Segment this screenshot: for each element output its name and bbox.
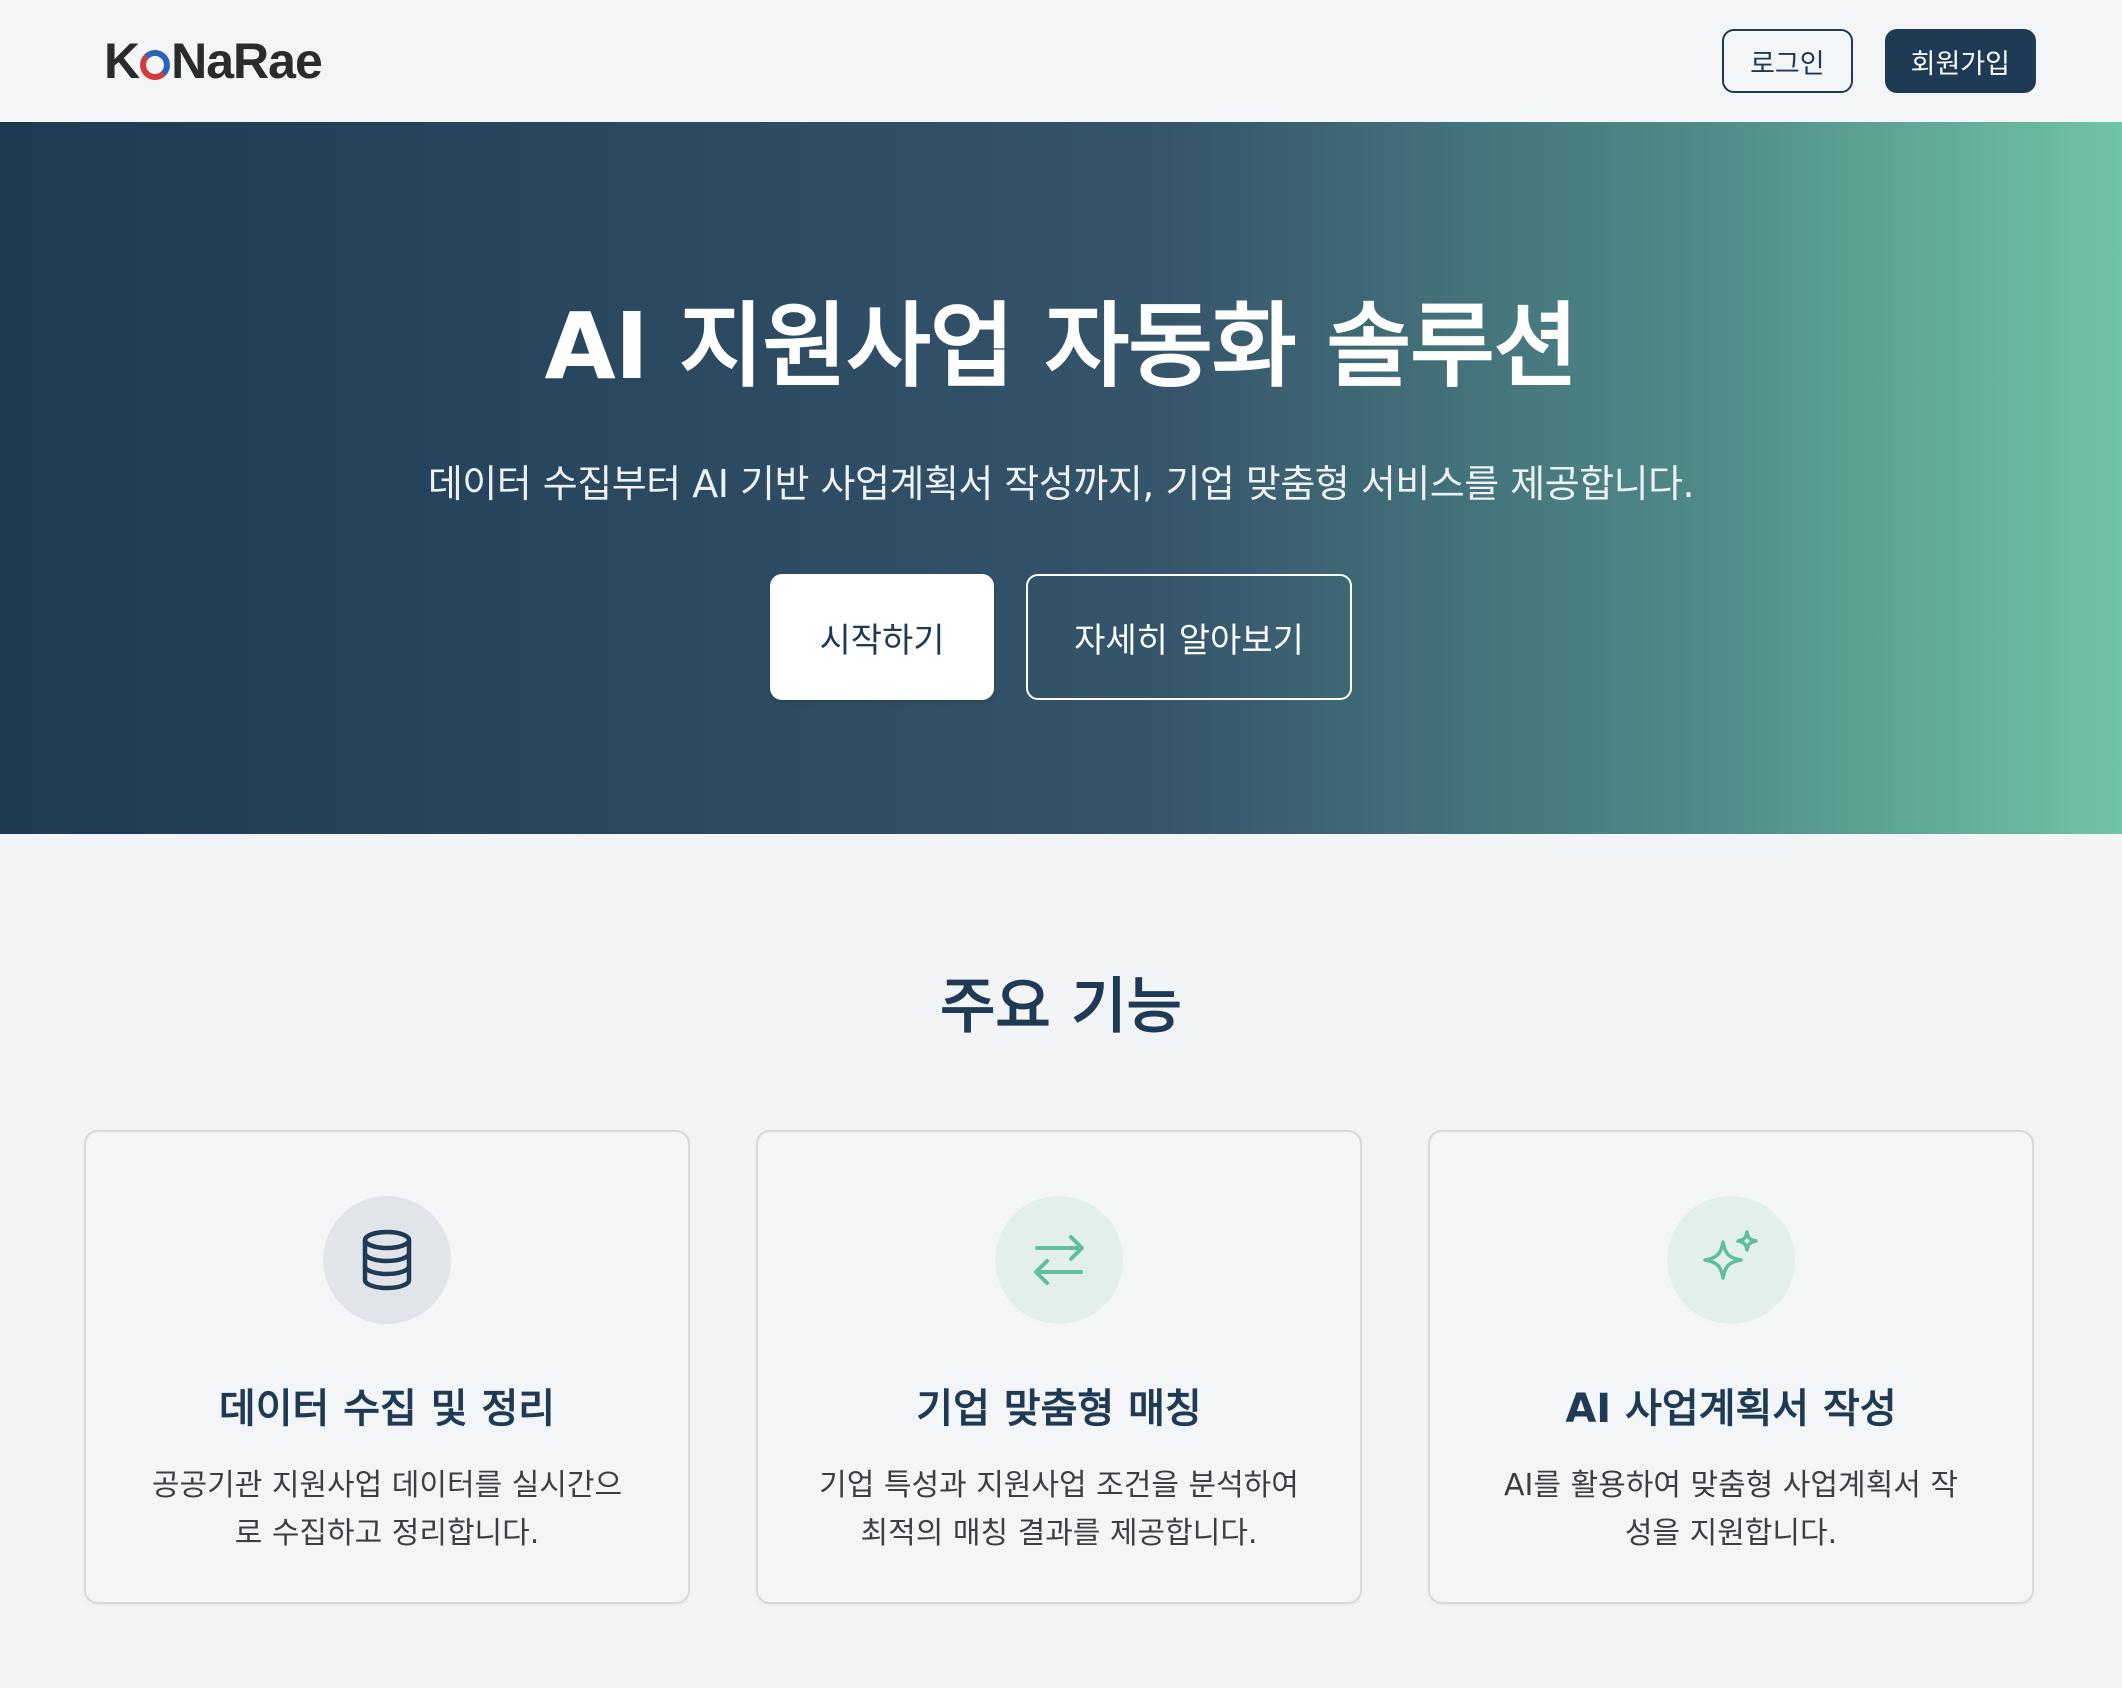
logo-o-mark [140, 50, 171, 80]
login-button[interactable]: 로그인 [1722, 29, 1853, 93]
features-title: 주요 기능 [940, 972, 1182, 1042]
feature-card-title: AI 사업계획서 작성 [1565, 1386, 1897, 1432]
feature-card-title: 기업 맞춤형 매칭 [916, 1386, 1202, 1432]
hero-subtitle: 데이터 수집부터 AI 기반 사업계획서 작성까지, 기업 맞춤형 서비스를 제… [427, 462, 1695, 506]
top-header: K NaRae 로그인 회원가입 [0, 0, 2122, 122]
feature-card-desc: 기업 특성과 지원사업 조건을 분석하여 최적의 매칭 결과를 제공합니다. [819, 1468, 1299, 1551]
feature-card-title: 데이터 수집 및 정리 [218, 1386, 556, 1432]
auth-buttons: 로그인 회원가입 [1722, 29, 2036, 93]
feature-card-desc: AI를 활용하여 맞춤형 사업계획서 작성을 지원합니다. [1504, 1468, 1958, 1551]
database-icon [323, 1196, 451, 1324]
learn-more-button[interactable]: 자세히 알아보기 [1026, 574, 1352, 700]
arrows-exchange-icon [995, 1196, 1123, 1324]
konarae-logo[interactable]: K NaRae [104, 32, 323, 90]
feature-card-data-collection: 데이터 수집 및 정리 공공기관 지원사업 데이터를 실시간으로 수집하고 정리… [84, 1130, 690, 1604]
feature-card-matching: 기업 맞춤형 매칭 기업 특성과 지원사업 조건을 분석하여 최적의 매칭 결과… [756, 1130, 1362, 1604]
feature-card-desc: 공공기관 지원사업 데이터를 실시간으로 수집하고 정리합니다. [151, 1468, 623, 1551]
hero-title: AI 지원사업 자동화 솔루션 [544, 293, 1579, 400]
sparkles-icon [1667, 1196, 1795, 1324]
start-button[interactable]: 시작하기 [770, 574, 994, 700]
hero-banner: AI 지원사업 자동화 솔루션 데이터 수집부터 AI 기반 사업계획서 작성까… [0, 122, 2122, 834]
logo-text-suffix: NaRae [171, 33, 323, 89]
logo-text-prefix: K [104, 33, 140, 89]
feature-cards: 데이터 수집 및 정리 공공기관 지원사업 데이터를 실시간으로 수집하고 정리… [84, 1130, 2034, 1604]
feature-card-ai-plan: AI 사업계획서 작성 AI를 활용하여 맞춤형 사업계획서 작성을 지원합니다… [1428, 1130, 2034, 1604]
hero-actions: 시작하기 자세히 알아보기 [770, 574, 1352, 700]
signup-button[interactable]: 회원가입 [1884, 29, 2036, 93]
